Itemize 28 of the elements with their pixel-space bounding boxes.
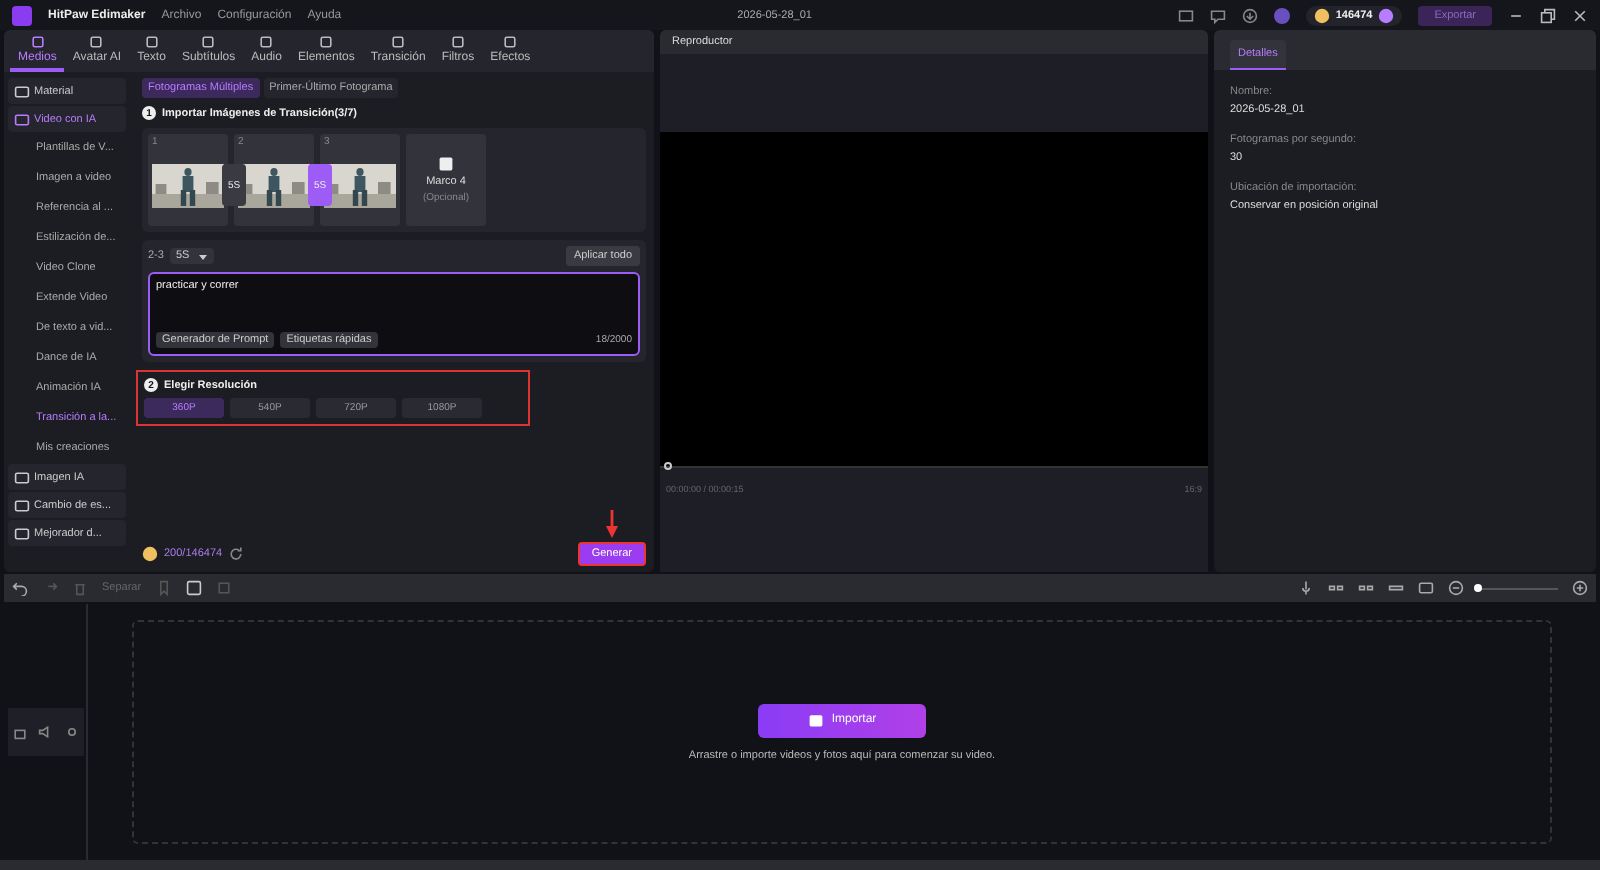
avatar[interactable]: [1273, 7, 1290, 23]
layout-icon[interactable]: [1177, 7, 1194, 23]
caret-icon: [197, 251, 208, 261]
zoom-thumb[interactable]: [1474, 583, 1482, 591]
playhead[interactable]: [664, 462, 672, 470]
tool-icon: [390, 34, 407, 50]
arrow-icon: [605, 510, 618, 538]
chat-icon[interactable]: [1209, 7, 1226, 23]
tool-icon: [143, 34, 160, 50]
speaker-icon[interactable]: [38, 724, 54, 740]
gem-icon: [1378, 7, 1395, 23]
close-icon[interactable]: [1572, 7, 1588, 23]
tool-icon: [200, 34, 217, 50]
tool-icon: [449, 34, 466, 50]
app-logo: [12, 5, 32, 25]
restore-icon[interactable]: [1540, 7, 1556, 23]
refresh-icon[interactable]: [228, 546, 245, 562]
tool-icon: [318, 34, 335, 50]
zoom-out-icon[interactable]: [1448, 580, 1464, 596]
coin-icon: [142, 546, 158, 562]
undo-icon[interactable]: [12, 580, 28, 596]
tool-icon: [502, 34, 519, 50]
download-icon[interactable]: [1241, 7, 1258, 23]
tool-icon: [29, 34, 46, 50]
coin-icon: [1313, 7, 1330, 23]
tool-icon: [258, 34, 275, 50]
zoom-in-icon[interactable]: [1572, 580, 1588, 596]
tool-icon: [88, 34, 105, 50]
